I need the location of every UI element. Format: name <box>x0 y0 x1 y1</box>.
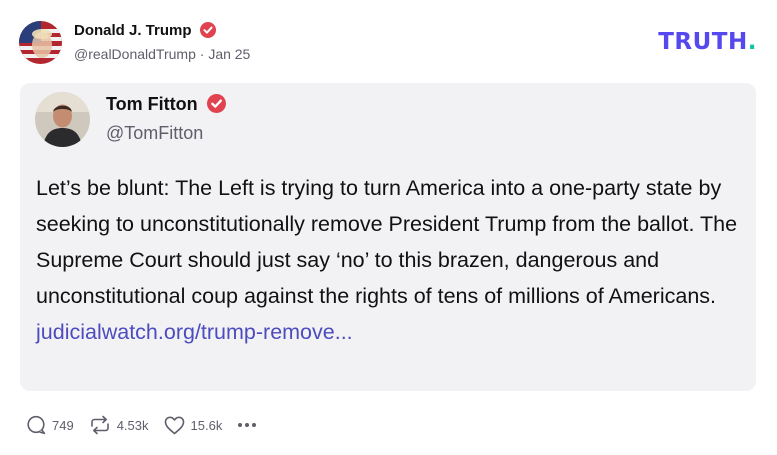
quote-link[interactable]: judicialwatch.org/trump-remove... <box>36 320 353 344</box>
verified-badge-icon <box>199 22 216 42</box>
truth-logo[interactable]: TRUTH. <box>658 29 757 55</box>
quote-body: Let’s be blunt: The Left is trying to tu… <box>36 176 738 308</box>
quote-author-avatar[interactable] <box>35 92 90 147</box>
quoted-post[interactable]: Tom Fitton @TomFitton Let’s be blunt: Th… <box>20 83 756 391</box>
post-actions: 749 4.53k 15.6k <box>26 412 272 438</box>
author-name[interactable]: Donald J. Trump <box>74 22 216 42</box>
reply-count: 749 <box>52 417 74 433</box>
like-count: 15.6k <box>190 417 223 433</box>
quote-text: Let’s be blunt: The Left is trying to tu… <box>36 170 742 350</box>
reply-button[interactable]: 749 <box>26 415 74 435</box>
author-name-text[interactable]: Donald J. Trump <box>74 22 192 39</box>
quote-author-name-text[interactable]: Tom Fitton <box>106 94 198 114</box>
author-avatar[interactable] <box>19 21 62 64</box>
like-button[interactable]: 15.6k <box>164 416 223 435</box>
verified-badge-icon <box>206 94 226 118</box>
author-meta: @realDonaldTrump · Jan 25 <box>74 46 250 62</box>
quote-author-handle[interactable]: @TomFitton <box>106 123 203 144</box>
more-icon <box>237 422 257 428</box>
truth-logo-text: TRUTH <box>658 29 748 55</box>
author-handle[interactable]: @realDonaldTrump <box>74 46 196 62</box>
retruth-count: 4.53k <box>116 417 149 433</box>
post-date[interactable]: Jan 25 <box>208 46 250 62</box>
heart-icon <box>164 416 185 435</box>
truth-logo-dot: . <box>747 29 757 55</box>
retruth-icon <box>89 415 111 435</box>
more-button[interactable] <box>237 422 257 428</box>
quote-author-name[interactable]: Tom Fitton <box>106 94 226 118</box>
reply-icon <box>26 415 46 435</box>
retruth-button[interactable]: 4.53k <box>89 415 149 435</box>
